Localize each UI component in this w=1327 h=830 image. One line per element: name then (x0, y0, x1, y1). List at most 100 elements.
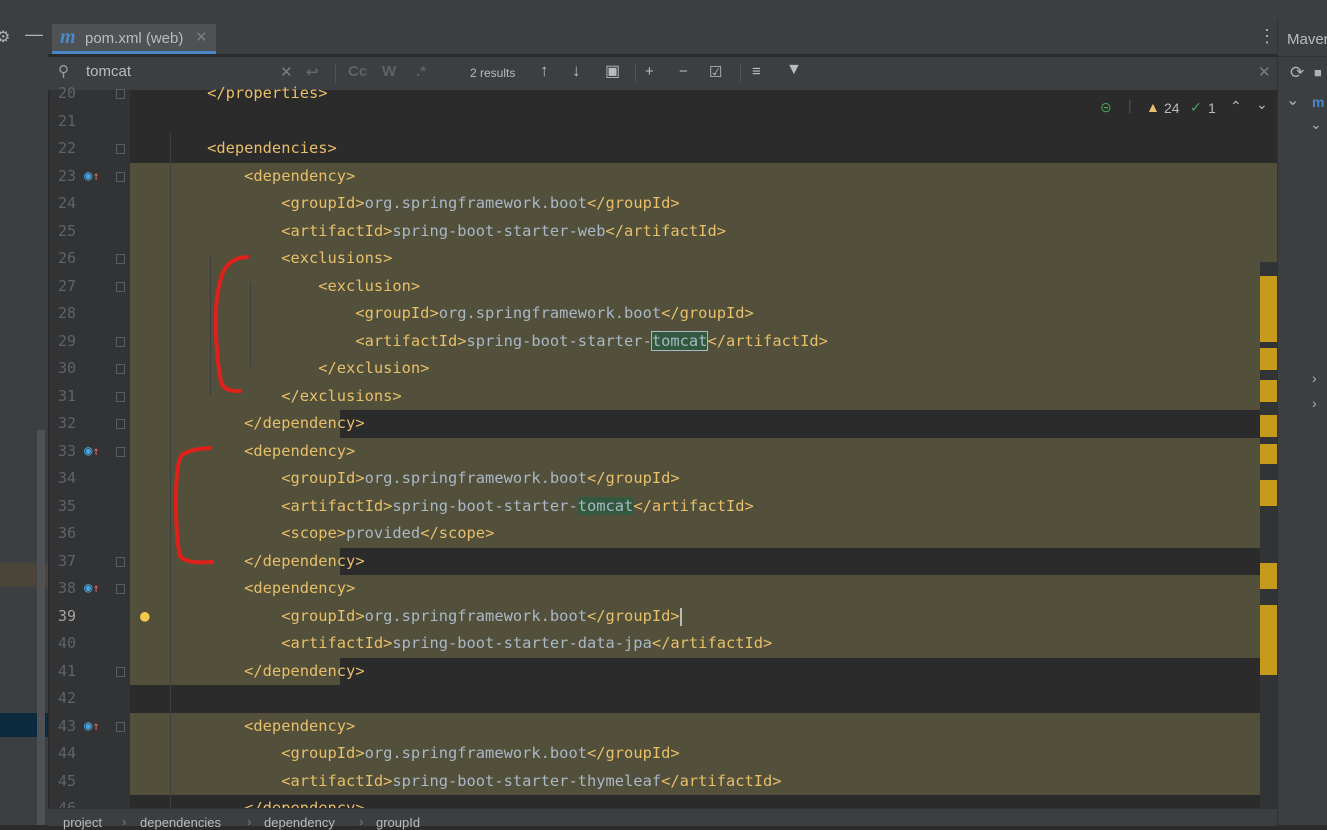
fold-marker-icon[interactable] (116, 446, 125, 457)
next-highlight-icon[interactable]: ⌄ (1256, 96, 1268, 113)
xml-tag: </groupId> (586, 606, 680, 625)
line-number: 31 (57, 386, 76, 405)
code-line[interactable]: <exclusion> (170, 273, 420, 301)
stripe-marker[interactable] (1260, 380, 1277, 402)
overrides-dependency-icon[interactable]: ◉↑ (84, 718, 100, 734)
code-line[interactable]: <artifactId>spring-boot-starter-tomcat</… (170, 328, 828, 356)
intention-bulb-icon[interactable]: ● (140, 606, 150, 625)
line-number: 35 (57, 496, 76, 515)
code-line[interactable]: <artifactId>spring-boot-starter-data-jpa… (170, 630, 772, 658)
code-lines: 20 </properties> 21 22 <dependencies> 23 ◉↑ … (0, 0, 1277, 808)
code-line[interactable]: <groupId>org.springframework.boot</group… (170, 190, 679, 218)
stripe-marker[interactable] (1260, 276, 1277, 342)
code-line[interactable]: <artifactId>spring-boot-starter-thymelea… (170, 768, 781, 796)
overrides-dependency-icon[interactable]: ◉↑ (84, 580, 100, 596)
code-line[interactable]: <groupId>org.springframework.boot</group… (170, 740, 680, 768)
maven-panel-title[interactable]: Maven (1287, 31, 1327, 48)
code-line[interactable]: <dependencies> (170, 135, 337, 163)
line-number: 28 (57, 304, 76, 322)
fold-marker-icon[interactable] (116, 364, 125, 374)
check-icon: ✓ (1190, 99, 1202, 115)
code-line[interactable]: </exclusion> (170, 355, 429, 383)
code-line[interactable]: <dependency> (170, 575, 355, 603)
line-number: 22 (57, 139, 76, 157)
collapsed-node-icon[interactable]: › (1312, 395, 1317, 411)
overrides-dependency-icon[interactable]: ◉↑ (84, 168, 100, 184)
code-line[interactable]: <dependency> (170, 713, 355, 741)
code-line[interactable]: <artifactId>spring-boot-starter-web</art… (170, 218, 726, 246)
text-cursor (680, 607, 682, 626)
xml-tag: </dependency> (170, 414, 365, 432)
previous-highlight-icon[interactable]: ⌃ (1230, 98, 1242, 115)
collapsed-node-icon[interactable]: › (1312, 370, 1317, 386)
xml-text: org.springframework.boot (438, 304, 662, 322)
stripe-marker[interactable] (1260, 605, 1277, 675)
fold-marker-icon[interactable] (116, 556, 125, 567)
fold-marker-icon[interactable] (116, 419, 125, 429)
breadcrumb-item[interactable]: groupId (376, 815, 420, 830)
stripe-marker[interactable] (1260, 480, 1277, 506)
breadcrumb: project › dependencies › dependency › gr… (48, 808, 1277, 830)
stripe-marker[interactable] (1260, 348, 1277, 370)
xml-tag: <artifactId> (170, 496, 393, 515)
xml-tag: <dependency> (170, 579, 356, 597)
fold-marker-icon[interactable] (116, 391, 125, 402)
fold-marker-icon[interactable] (116, 281, 125, 292)
code-line[interactable]: <dependency> (170, 438, 355, 466)
stripe-marker[interactable] (1260, 444, 1277, 464)
code-line[interactable]: <artifactId>spring-boot-starter-tomcat</… (170, 493, 754, 521)
code-line[interactable]: <scope>provided</scope> (170, 520, 494, 548)
fold-marker-icon[interactable] (116, 584, 125, 594)
fold-marker-icon[interactable] (116, 336, 125, 347)
line-number: 46 (57, 799, 76, 808)
xml-tag: </scope> (420, 524, 495, 542)
overrides-dependency-icon[interactable]: ◉↑ (84, 443, 100, 459)
code-line[interactable]: <groupId>org.springframework.boot</group… (170, 465, 680, 493)
breadcrumb-item[interactable]: dependency (264, 815, 335, 830)
xml-tag: <artifactId> (170, 771, 393, 790)
xml-text: org.springframework.boot (364, 606, 587, 625)
fold-marker-icon[interactable] (116, 171, 125, 182)
expand-tree-icon[interactable]: ⌄ (1286, 90, 1299, 110)
code-line[interactable]: </dependency> (170, 548, 364, 576)
error-stripe[interactable] (1260, 262, 1277, 808)
code-line[interactable]: <dependency> (170, 163, 355, 191)
add-maven-project-icon[interactable]: ■ (1314, 65, 1322, 80)
line-number: 21 (57, 111, 76, 130)
stripe-marker[interactable] (1260, 415, 1277, 437)
fold-marker-icon[interactable] (116, 254, 125, 264)
reader-mode-icon[interactable]: ⊝ (1100, 99, 1112, 116)
xml-tag: </artifactId> (633, 496, 754, 515)
chevron-right-icon: › (359, 814, 364, 829)
line-number: 20 (57, 84, 76, 102)
code-line[interactable]: </dependency> (170, 795, 364, 808)
xml-tag: </groupId> (586, 744, 680, 762)
line-number: 23 (57, 166, 76, 185)
line-number: 39 (57, 606, 76, 625)
fold-marker-icon[interactable] (116, 144, 125, 154)
code-line[interactable]: <exclusions> (170, 245, 392, 273)
code-line[interactable]: </properties> (170, 80, 327, 108)
xml-tag: <exclusion> (170, 276, 421, 295)
expand-child-icon[interactable]: ⌄ (1310, 116, 1322, 133)
xml-tag: <exclusions> (170, 249, 393, 267)
line-number: 32 (57, 414, 76, 432)
xml-text: org.springframework.boot (364, 469, 587, 487)
line-number: 33 (57, 441, 76, 460)
line-number: 43 (57, 716, 76, 735)
reload-icon[interactable]: ⟳ (1290, 63, 1304, 83)
fold-marker-icon[interactable] (116, 721, 125, 732)
fold-marker-icon[interactable] (116, 666, 125, 677)
breadcrumb-item[interactable]: project (63, 815, 102, 830)
breadcrumb-item[interactable]: dependencies (140, 815, 221, 830)
stripe-marker[interactable] (1260, 563, 1277, 589)
code-line[interactable]: </dependency> (170, 658, 364, 686)
xml-tag: </groupId> (586, 469, 680, 487)
code-line[interactable]: </dependency> (170, 410, 365, 438)
code-line[interactable]: <groupId>org.springframework.boot</group… (170, 300, 753, 328)
xml-tag: <dependencies> (170, 139, 337, 157)
line-number: 24 (57, 194, 76, 212)
code-line[interactable]: </exclusions> (170, 383, 401, 411)
code-line[interactable]: <groupId>org.springframework.boot</group… (170, 603, 680, 631)
fold-marker-icon[interactable] (116, 89, 125, 99)
